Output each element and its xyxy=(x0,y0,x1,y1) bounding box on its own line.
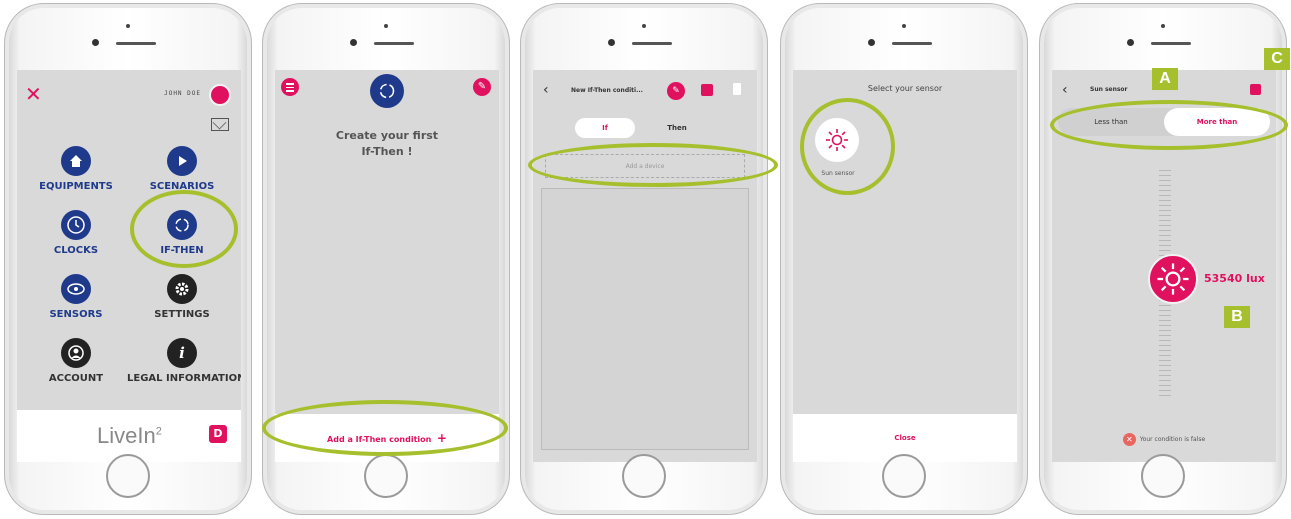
menu-item-clocks[interactable]: CLOCKS xyxy=(21,210,131,256)
phone-4: Select your sensor Sun sensor Close xyxy=(780,3,1028,515)
condition-status: ✕ Your condition is false xyxy=(1052,433,1276,446)
home-button[interactable] xyxy=(622,454,666,498)
menu-item-equipments[interactable]: EQUIPMENTS xyxy=(21,146,131,192)
if-then-tabs: If Then xyxy=(575,118,715,138)
annotation-c: C xyxy=(1264,48,1290,70)
menu-label: EQUIPMENTS xyxy=(39,181,113,192)
menu-label: CLOCKS xyxy=(53,245,99,256)
home-button[interactable] xyxy=(106,454,150,498)
if-then-icon xyxy=(370,74,404,108)
gear-icon xyxy=(167,274,197,304)
highlight-ring-if-then xyxy=(130,190,238,268)
home-button[interactable] xyxy=(882,454,926,498)
save-icon[interactable] xyxy=(1250,84,1261,95)
phone-3: ‹ New If-Then conditi... ✎ If Then Add a… xyxy=(520,3,768,515)
info-icon: i xyxy=(167,338,197,368)
close-button[interactable]: Close xyxy=(793,434,1017,442)
annotation-a: A xyxy=(1152,68,1178,90)
menu-label: SENSORS xyxy=(49,309,103,320)
menu-label: SETTINGS xyxy=(154,309,210,320)
user-icon xyxy=(61,338,91,368)
home-icon xyxy=(61,146,91,176)
tab-if[interactable]: If xyxy=(575,118,635,138)
home-button[interactable] xyxy=(1141,454,1185,498)
back-icon[interactable]: ‹ xyxy=(543,82,549,98)
page-title: New If-Then conditi... xyxy=(571,87,643,94)
clock-icon xyxy=(61,210,91,240)
eye-icon xyxy=(61,274,91,304)
highlight-ring-toggle xyxy=(1050,100,1288,150)
menu-icon[interactable] xyxy=(281,78,299,96)
error-icon: ✕ xyxy=(1122,433,1136,446)
menu-label: ACCOUNT xyxy=(48,373,104,384)
conditions-panel xyxy=(541,188,749,450)
tab-then[interactable]: Then xyxy=(647,118,707,138)
menu-label: LEGAL INFORMATION xyxy=(127,373,241,384)
edit-icon[interactable]: ✎ xyxy=(473,78,491,96)
highlight-ring-sun-sensor xyxy=(800,98,895,195)
header: ‹ New If-Then conditi... ✎ xyxy=(533,70,757,114)
back-icon[interactable]: ‹ xyxy=(1062,82,1068,98)
home-button[interactable] xyxy=(364,454,408,498)
play-icon xyxy=(167,146,197,176)
page-title: Create your first If-Then ! xyxy=(335,129,439,158)
menu-item-legal-information[interactable]: i LEGAL INFORMATION xyxy=(127,338,241,384)
brand-badge-icon: D xyxy=(209,425,227,443)
annotation-b: B xyxy=(1224,306,1250,328)
save-icon[interactable] xyxy=(701,84,713,96)
main-menu-screen: ✕ JOHN DOE EQUIPMENTS SCENARIOS CLOCKS I… xyxy=(17,70,241,462)
menu-item-settings[interactable]: SETTINGS xyxy=(127,274,237,320)
edit-icon[interactable]: ✎ xyxy=(667,82,685,100)
highlight-ring-add-device xyxy=(528,143,778,187)
close-icon[interactable]: ✕ xyxy=(25,84,42,104)
mail-icon[interactable] xyxy=(211,118,229,131)
page-title: Sun sensor xyxy=(1090,86,1128,93)
new-if-then-screen: ‹ New If-Then conditi... ✎ If Then Add a… xyxy=(533,70,757,462)
lux-value: 53540 lux xyxy=(1204,272,1265,285)
user-name: JOHN DOE xyxy=(164,90,201,97)
menu-item-sensors[interactable]: SENSORS xyxy=(21,274,131,320)
livein-logo: LiveIn2 xyxy=(97,423,162,448)
highlight-ring-add-condition xyxy=(262,400,508,456)
page-title: Select your sensor xyxy=(867,84,943,93)
menu-item-scenarios[interactable]: SCENARIOS xyxy=(127,146,237,192)
slider-handle[interactable] xyxy=(1148,254,1198,304)
menu-item-account[interactable]: ACCOUNT xyxy=(21,338,131,384)
tutorial-stage: ✕ JOHN DOE EQUIPMENTS SCENARIOS CLOCKS I… xyxy=(0,0,1291,519)
trash-icon[interactable] xyxy=(733,83,741,95)
sun-icon xyxy=(1157,263,1189,295)
avatar[interactable] xyxy=(209,84,231,106)
